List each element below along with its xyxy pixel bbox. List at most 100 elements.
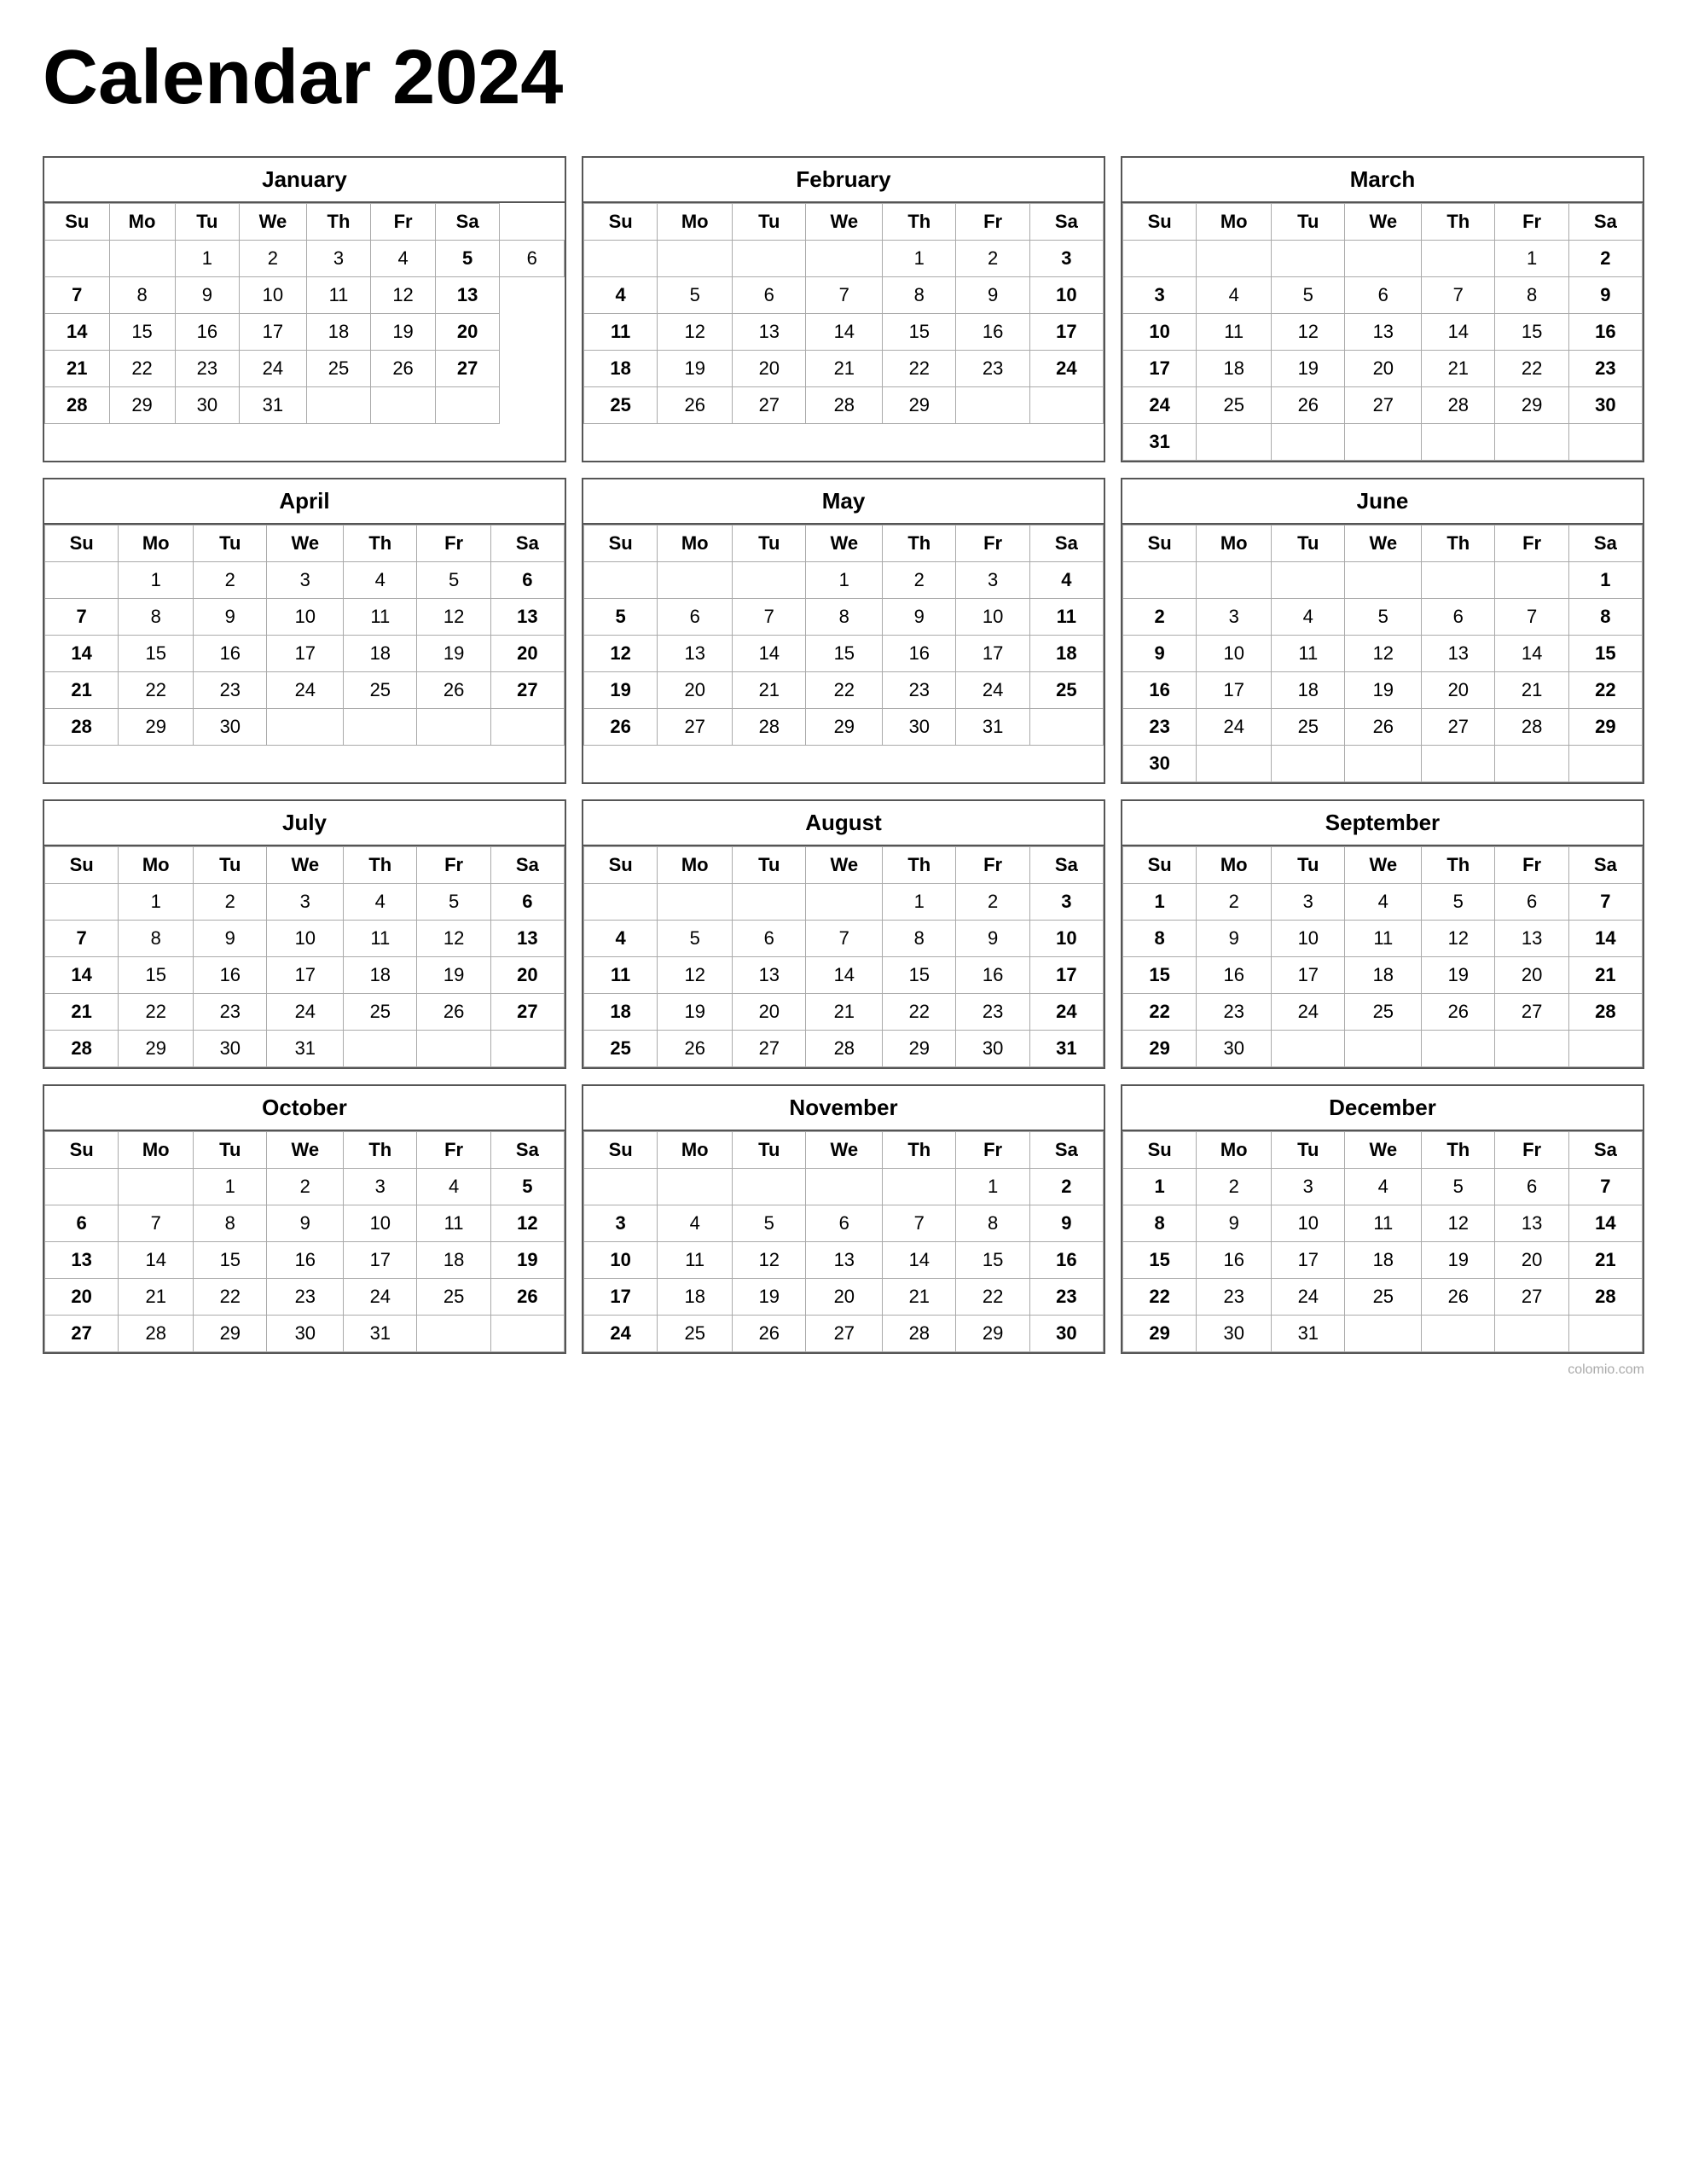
calendar-day[interactable]: 8 [119, 599, 194, 636]
calendar-day[interactable]: 6 [1422, 599, 1495, 636]
calendar-day[interactable]: 20 [490, 957, 564, 994]
calendar-day[interactable]: 23 [175, 351, 240, 387]
calendar-day[interactable]: 1 [883, 241, 956, 277]
calendar-day[interactable]: 6 [45, 1205, 119, 1242]
calendar-day[interactable]: 7 [1422, 277, 1495, 314]
calendar-day[interactable]: 15 [883, 314, 956, 351]
calendar-day[interactable]: 12 [658, 957, 733, 994]
calendar-day[interactable]: 27 [1495, 1279, 1568, 1316]
calendar-day[interactable]: 25 [1197, 387, 1272, 424]
calendar-day[interactable]: 15 [806, 636, 883, 672]
calendar-day[interactable]: 2 [1123, 599, 1197, 636]
calendar-day[interactable]: 10 [956, 599, 1029, 636]
calendar-day[interactable]: 14 [1495, 636, 1568, 672]
calendar-day[interactable]: 5 [658, 921, 733, 957]
calendar-day[interactable]: 22 [1123, 994, 1197, 1031]
calendar-day[interactable]: 28 [806, 1031, 883, 1067]
calendar-day[interactable]: 24 [344, 1279, 417, 1316]
calendar-day[interactable]: 25 [1272, 709, 1345, 746]
calendar-day[interactable]: 13 [45, 1242, 119, 1279]
calendar-day[interactable]: 21 [1422, 351, 1495, 387]
calendar-day[interactable]: 5 [1345, 599, 1422, 636]
calendar-day[interactable]: 5 [417, 562, 490, 599]
calendar-day[interactable]: 7 [45, 277, 110, 314]
calendar-day[interactable]: 29 [883, 387, 956, 424]
calendar-day[interactable]: 8 [1568, 599, 1642, 636]
calendar-day[interactable]: 15 [883, 957, 956, 994]
calendar-day[interactable]: 26 [1272, 387, 1345, 424]
calendar-day[interactable]: 21 [1568, 957, 1642, 994]
calendar-day[interactable]: 15 [1568, 636, 1642, 672]
calendar-day[interactable]: 24 [1197, 709, 1272, 746]
calendar-day[interactable]: 25 [1345, 994, 1422, 1031]
calendar-day[interactable]: 20 [435, 314, 500, 351]
calendar-day[interactable]: 9 [883, 599, 956, 636]
calendar-day[interactable]: 10 [584, 1242, 658, 1279]
calendar-day[interactable]: 8 [194, 1205, 267, 1242]
calendar-day[interactable]: 28 [1495, 709, 1568, 746]
calendar-day[interactable]: 31 [956, 709, 1029, 746]
calendar-day[interactable]: 19 [1422, 1242, 1495, 1279]
calendar-day[interactable]: 21 [119, 1279, 194, 1316]
calendar-day[interactable]: 19 [584, 672, 658, 709]
calendar-day[interactable]: 12 [490, 1205, 564, 1242]
calendar-day[interactable]: 27 [733, 387, 806, 424]
calendar-day[interactable]: 7 [733, 599, 806, 636]
calendar-day[interactable]: 22 [1568, 672, 1642, 709]
calendar-day[interactable]: 7 [1495, 599, 1568, 636]
calendar-day[interactable]: 28 [45, 709, 119, 746]
calendar-day[interactable]: 29 [109, 387, 175, 424]
calendar-day[interactable]: 13 [1495, 921, 1568, 957]
calendar-day[interactable]: 16 [1197, 1242, 1272, 1279]
calendar-day[interactable]: 19 [417, 636, 490, 672]
calendar-day[interactable]: 19 [658, 351, 733, 387]
calendar-day[interactable]: 1 [883, 884, 956, 921]
calendar-day[interactable]: 27 [45, 1316, 119, 1352]
calendar-day[interactable]: 2 [1197, 1169, 1272, 1205]
calendar-day[interactable]: 17 [240, 314, 307, 351]
calendar-day[interactable]: 20 [658, 672, 733, 709]
calendar-day[interactable]: 25 [344, 672, 417, 709]
calendar-day[interactable]: 1 [175, 241, 240, 277]
calendar-day[interactable]: 9 [1197, 1205, 1272, 1242]
calendar-day[interactable]: 6 [500, 241, 565, 277]
calendar-day[interactable]: 7 [883, 1205, 956, 1242]
calendar-day[interactable]: 22 [119, 994, 194, 1031]
calendar-day[interactable]: 19 [733, 1279, 806, 1316]
calendar-day[interactable]: 30 [267, 1316, 344, 1352]
calendar-day[interactable]: 24 [1029, 351, 1103, 387]
calendar-day[interactable]: 21 [883, 1279, 956, 1316]
calendar-day[interactable]: 7 [119, 1205, 194, 1242]
calendar-day[interactable]: 16 [883, 636, 956, 672]
calendar-day[interactable]: 16 [1029, 1242, 1103, 1279]
calendar-day[interactable]: 5 [435, 241, 500, 277]
calendar-day[interactable]: 28 [1568, 1279, 1642, 1316]
calendar-day[interactable]: 3 [1029, 241, 1103, 277]
calendar-day[interactable]: 1 [194, 1169, 267, 1205]
calendar-day[interactable]: 26 [417, 672, 490, 709]
calendar-day[interactable]: 6 [490, 884, 564, 921]
calendar-day[interactable]: 28 [45, 387, 110, 424]
calendar-day[interactable]: 4 [584, 277, 658, 314]
calendar-day[interactable]: 13 [733, 314, 806, 351]
calendar-day[interactable]: 17 [1123, 351, 1197, 387]
calendar-day[interactable]: 19 [490, 1242, 564, 1279]
calendar-day[interactable]: 11 [1345, 1205, 1422, 1242]
calendar-day[interactable]: 18 [1029, 636, 1103, 672]
calendar-day[interactable]: 6 [658, 599, 733, 636]
calendar-day[interactable]: 25 [658, 1316, 733, 1352]
calendar-day[interactable]: 21 [733, 672, 806, 709]
calendar-day[interactable]: 12 [1272, 314, 1345, 351]
calendar-day[interactable]: 30 [175, 387, 240, 424]
calendar-day[interactable]: 24 [1029, 994, 1103, 1031]
calendar-day[interactable]: 6 [1495, 1169, 1568, 1205]
calendar-day[interactable]: 2 [240, 241, 307, 277]
calendar-day[interactable]: 19 [371, 314, 436, 351]
calendar-day[interactable]: 11 [658, 1242, 733, 1279]
calendar-day[interactable]: 2 [267, 1169, 344, 1205]
calendar-day[interactable]: 3 [1029, 884, 1103, 921]
calendar-day[interactable]: 20 [490, 636, 564, 672]
calendar-day[interactable]: 13 [435, 277, 500, 314]
calendar-day[interactable]: 12 [584, 636, 658, 672]
calendar-day[interactable]: 3 [1197, 599, 1272, 636]
